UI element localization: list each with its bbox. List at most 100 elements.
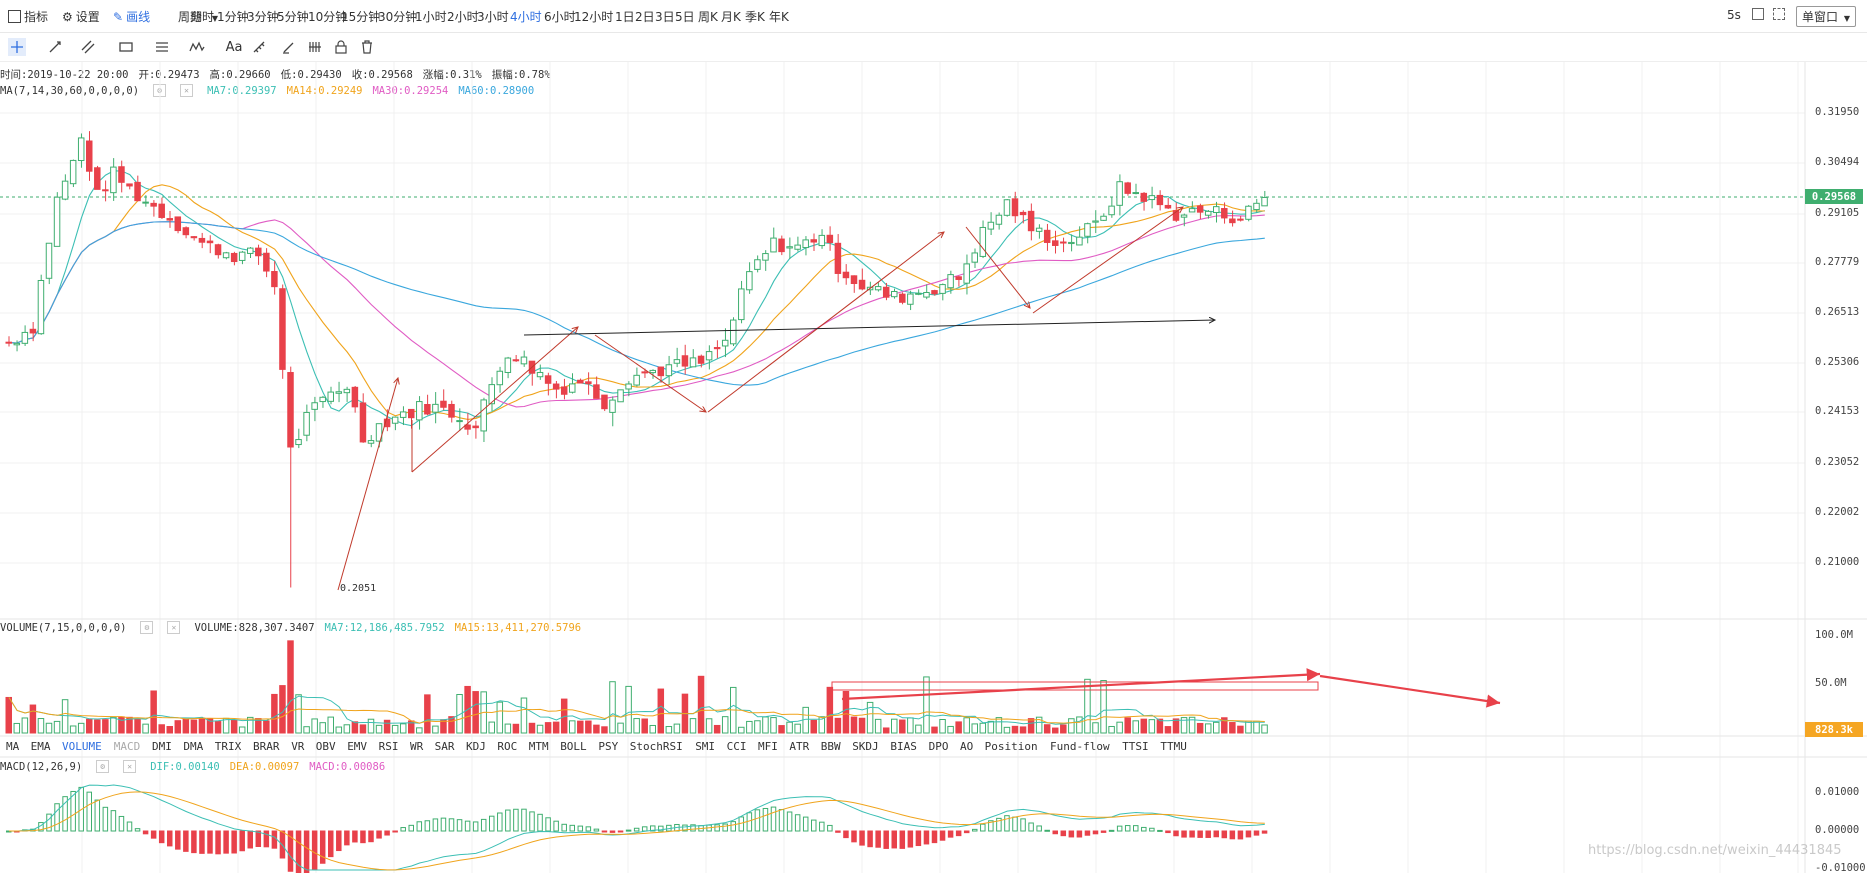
macd-bar xyxy=(650,825,656,832)
indicator-tab-bias[interactable]: BIAS xyxy=(890,740,917,753)
ma-close-icon[interactable]: ✕ xyxy=(180,84,194,97)
period-14[interactable]: 2日 xyxy=(635,8,655,25)
lock-icon[interactable] xyxy=(332,38,350,56)
period-13[interactable]: 1日 xyxy=(615,8,635,25)
volume-bar xyxy=(1100,680,1107,734)
indicator-tab-position[interactable]: Position xyxy=(985,740,1038,753)
indicator-tab-ttsi[interactable]: TTSI xyxy=(1122,740,1149,753)
indicator-tab-bbw[interactable]: BBW xyxy=(821,740,841,753)
fullscreen-icon[interactable] xyxy=(1752,8,1764,23)
indicator-button[interactable]: 指标 xyxy=(8,8,48,25)
indicator-tab-skdj[interactable]: SKDJ xyxy=(852,740,879,753)
indicator-tab-cci[interactable]: CCI xyxy=(727,740,747,753)
fibonacci-icon[interactable] xyxy=(153,38,171,56)
period-3[interactable]: 5分钟 xyxy=(277,8,309,25)
trash-icon[interactable] xyxy=(358,38,376,56)
period-20[interactable]: 年K xyxy=(769,8,789,25)
candle-body xyxy=(13,342,21,346)
period-2[interactable]: 3分钟 xyxy=(247,8,279,25)
period-9[interactable]: 3小时 xyxy=(477,8,509,25)
period-11[interactable]: 6小时 xyxy=(544,8,576,25)
crosshair-icon[interactable] xyxy=(8,38,26,56)
parallel-line-icon[interactable] xyxy=(79,38,97,56)
macd-info: MACD(12,26,9) ⚙ ✕ DIF:0.00140 DEA:0.00097 MAC… xyxy=(0,760,395,773)
indicator-tab-ma[interactable]: MA xyxy=(6,740,19,753)
settings-button[interactable]: ⚙ 设置 xyxy=(62,8,100,25)
indicator-tab-sar[interactable]: SAR xyxy=(435,740,455,753)
volume-settings-icon[interactable]: ⚙ xyxy=(140,621,154,634)
macd-bar xyxy=(472,821,479,832)
indicator-tab-ao[interactable]: AO xyxy=(960,740,973,753)
macd-bar xyxy=(448,818,455,832)
draw-button[interactable]: ✎ 画线 xyxy=(113,8,150,25)
line-tool-icon[interactable] xyxy=(46,38,64,56)
indicator-tab-obv[interactable]: OBV xyxy=(316,740,336,753)
volume-bar xyxy=(480,691,487,734)
macd-bar xyxy=(408,824,414,832)
indicator-tab-trix[interactable]: TRIX xyxy=(215,740,242,753)
period-19[interactable]: 季K xyxy=(745,8,765,25)
period-15[interactable]: 3日 xyxy=(655,8,675,25)
indicator-tab-kdj[interactable]: KDJ xyxy=(466,740,486,753)
indicator-tab-stochrsi[interactable]: StochRSI xyxy=(630,740,683,753)
text-icon[interactable]: Aa xyxy=(225,38,243,56)
ma-settings-icon[interactable]: ⚙ xyxy=(153,84,167,97)
candle-body xyxy=(1068,241,1075,245)
rectangle-icon[interactable] xyxy=(117,38,135,56)
indicator-tab-roc[interactable]: ROC xyxy=(497,740,517,753)
period-7[interactable]: 1小时 xyxy=(415,8,447,25)
brush-icon[interactable] xyxy=(280,38,298,56)
indicator-tab-dma[interactable]: DMA xyxy=(183,740,203,753)
candle-body xyxy=(1100,215,1107,221)
period-1[interactable]: 1分钟 xyxy=(217,8,249,25)
indicator-tab-macd[interactable]: MACD xyxy=(114,740,141,753)
period-16[interactable]: 5日 xyxy=(675,8,695,25)
indicator-tab-vr[interactable]: VR xyxy=(291,740,304,753)
indicator-tab-psy[interactable]: PSY xyxy=(598,740,618,753)
volume-close-icon[interactable]: ✕ xyxy=(167,621,181,634)
indicator-tab-wr[interactable]: WR xyxy=(410,740,423,753)
indicator-tab-boll[interactable]: BOLL xyxy=(560,740,587,753)
macd-settings-icon[interactable]: ⚙ xyxy=(96,760,110,773)
refresh-interval[interactable]: 5s xyxy=(1727,8,1741,22)
period-8[interactable]: 2小时 xyxy=(447,8,479,25)
volume-bar xyxy=(979,722,987,734)
wave-icon[interactable] xyxy=(188,38,206,56)
indicator-tab-emv[interactable]: EMV xyxy=(347,740,367,753)
period-18[interactable]: 月K xyxy=(721,8,741,25)
macd-close-icon[interactable]: ✕ xyxy=(123,760,137,773)
volume-bar xyxy=(255,718,262,734)
indicator-tab-atr[interactable]: ATR xyxy=(789,740,809,753)
ruler-icon[interactable] xyxy=(250,38,268,56)
macd-bar xyxy=(239,830,245,852)
candle-body xyxy=(738,288,745,321)
candle-body xyxy=(1156,194,1164,206)
window-mode-dropdown[interactable]: 单窗口 ▼ xyxy=(1796,6,1856,27)
indicator-tab-ema[interactable]: EMA xyxy=(31,740,51,753)
candle-body xyxy=(1132,192,1139,195)
indicator-tab-fund-flow[interactable]: Fund-flow xyxy=(1050,740,1110,753)
period-0[interactable]: 分时 xyxy=(190,8,214,25)
period-5[interactable]: 15分钟 xyxy=(341,8,380,25)
period-6[interactable]: 30分钟 xyxy=(378,8,417,25)
indicator-tab-smi[interactable]: SMI xyxy=(695,740,715,753)
indicator-tab-rsi[interactable]: RSI xyxy=(379,740,399,753)
indicator-tab-brar[interactable]: BRAR xyxy=(253,740,280,753)
indicator-tab-ttmu[interactable]: TTMU xyxy=(1160,740,1187,753)
volume-bar xyxy=(512,723,520,734)
pattern-icon[interactable] xyxy=(306,38,324,56)
indicator-tab-dpo[interactable]: DPO xyxy=(929,740,949,753)
period-17[interactable]: 周K xyxy=(698,8,718,25)
candle-body xyxy=(416,401,423,421)
candle-body xyxy=(448,403,455,418)
indicator-tab-mfi[interactable]: MFI xyxy=(758,740,778,753)
candle-body xyxy=(882,286,890,298)
macd-bar xyxy=(14,830,20,833)
period-12[interactable]: 12小时 xyxy=(574,8,613,25)
indicator-tab-mtm[interactable]: MTM xyxy=(529,740,549,753)
screenshot-icon[interactable] xyxy=(1773,8,1785,23)
candle-body xyxy=(440,400,447,408)
indicator-tab-volume[interactable]: VOLUME xyxy=(62,740,102,753)
period-10[interactable]: 4小时 xyxy=(510,8,542,25)
indicator-tab-dmi[interactable]: DMI xyxy=(152,740,172,753)
